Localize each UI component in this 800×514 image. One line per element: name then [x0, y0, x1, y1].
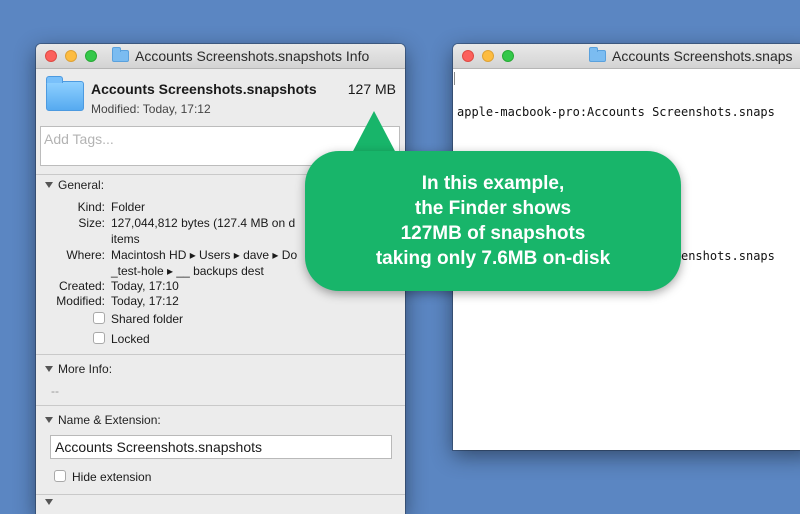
- divider: [36, 354, 405, 355]
- zoom-button[interactable]: [502, 50, 514, 62]
- terminal-line: apple-macbook-pro:Accounts Screenshots.s…: [457, 105, 775, 119]
- section-name-extension[interactable]: Name & Extension:: [45, 413, 161, 427]
- created-label: Created:: [58, 279, 105, 293]
- folder-icon: [46, 76, 84, 111]
- shared-folder-checkbox[interactable]: [93, 312, 105, 324]
- disclosure-triangle-icon[interactable]: [45, 366, 53, 372]
- folder-icon: [589, 47, 606, 62]
- callout-pointer: [352, 111, 396, 153]
- size-value: 127,044,812 bytes (127.4 MB on d: [111, 216, 296, 230]
- callout-line: the Finder shows: [414, 198, 572, 219]
- more-info-value: --: [51, 384, 59, 398]
- divider: [36, 405, 405, 406]
- size-label: Size:: [78, 216, 105, 230]
- terminal-title: Accounts Screenshots.snaps: [612, 48, 793, 64]
- kind-label: Kind:: [77, 200, 105, 214]
- modified-label: Modified:: [56, 294, 105, 308]
- divider: [36, 494, 405, 495]
- modified-summary: Modified: Today, 17:12: [91, 102, 211, 116]
- disclosure-triangle-icon[interactable]: [45, 182, 53, 188]
- close-button[interactable]: [462, 50, 474, 62]
- window-title: Accounts Screenshots.snapshots Info: [135, 48, 370, 64]
- modified-value: Today, 17:12: [111, 294, 179, 308]
- kind-value: Folder: [111, 200, 146, 214]
- section-more-info-heading: More Info:: [58, 362, 113, 376]
- name-field[interactable]: Accounts Screenshots.snapshots: [50, 435, 392, 459]
- where-value: Macintosh HD ▸ Users ▸ dave ▸ Do: [111, 248, 298, 262]
- folder-icon: [112, 47, 129, 62]
- zoom-button[interactable]: [85, 50, 97, 62]
- hide-extension-label: Hide extension: [72, 470, 152, 484]
- callout-line: In this example,: [421, 173, 565, 194]
- close-button[interactable]: [45, 50, 57, 62]
- callout-bubble: In this example, the Finder shows 127MB …: [305, 151, 681, 291]
- locked-checkbox[interactable]: [93, 332, 105, 344]
- minimize-button[interactable]: [65, 50, 77, 62]
- shared-folder-label: Shared folder: [111, 312, 184, 326]
- info-header: Accounts Screenshots.snapshots 127 MB Mo…: [36, 69, 405, 125]
- info-titlebar[interactable]: Accounts Screenshots.snapshots Info: [36, 44, 405, 69]
- section-general-heading: General:: [58, 178, 105, 192]
- created-value: Today, 17:10: [111, 279, 179, 293]
- disclosure-triangle-icon[interactable]: [45, 417, 53, 423]
- where-value-cont: _test-hole ▸ __ backups dest: [111, 264, 264, 278]
- file-name: Accounts Screenshots.snapshots: [91, 81, 317, 97]
- locked-label: Locked: [111, 332, 150, 346]
- hide-extension-checkbox[interactable]: [54, 470, 66, 482]
- file-size: 127 MB: [347, 81, 396, 97]
- callout-line: 127MB of snapshots: [400, 223, 586, 244]
- section-name-extension-heading: Name & Extension:: [58, 413, 161, 427]
- terminal-titlebar[interactable]: Accounts Screenshots.snaps: [453, 44, 800, 69]
- section-general[interactable]: General:: [45, 178, 104, 192]
- minimize-button[interactable]: [482, 50, 494, 62]
- section-more-info[interactable]: More Info:: [45, 362, 112, 376]
- where-label: Where:: [66, 248, 105, 262]
- callout-line: taking only 7.6MB on-disk: [375, 248, 611, 269]
- size-value-cont: items: [111, 232, 140, 246]
